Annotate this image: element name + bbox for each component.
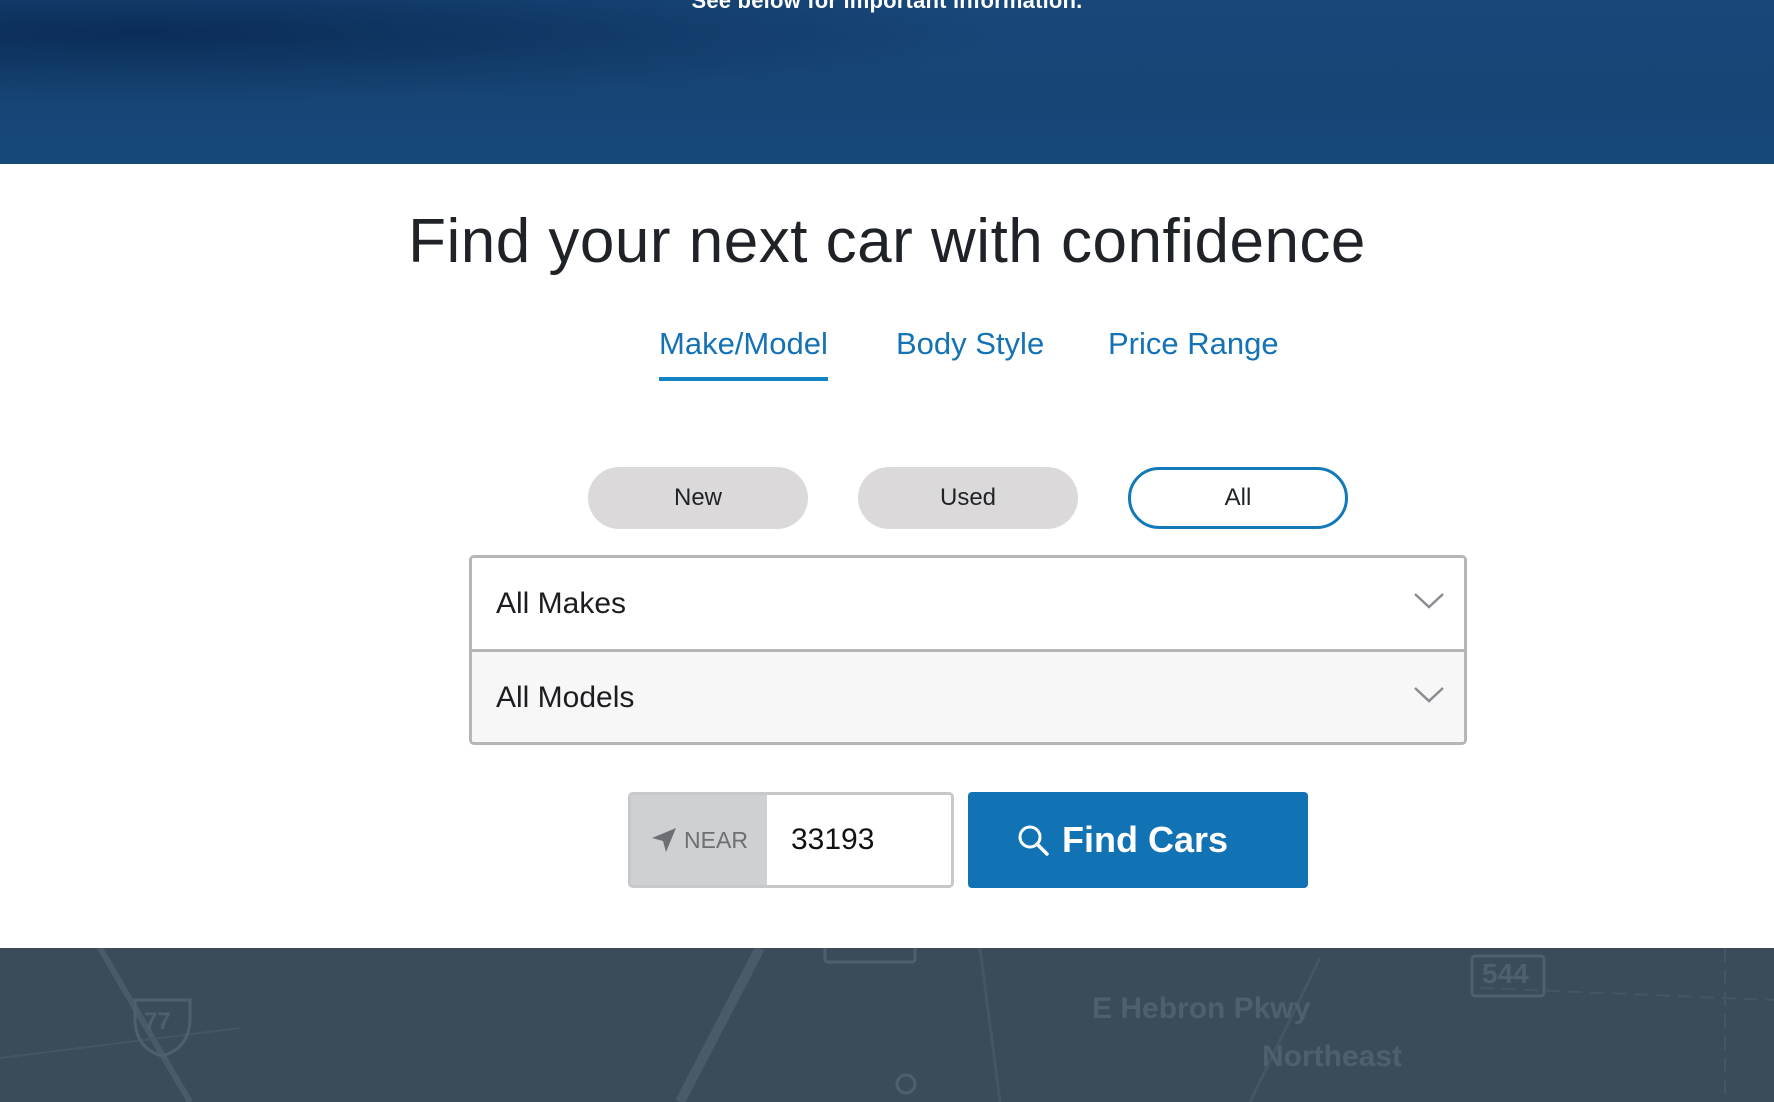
makes-select-value: All Makes: [496, 586, 627, 620]
makes-select[interactable]: All Makes: [472, 558, 1464, 652]
map-area-label: Northeast: [1262, 1040, 1403, 1073]
map-route-label: 77: [144, 1008, 171, 1035]
make-model-selector: All Makes All Models: [469, 555, 1467, 745]
tab-price-range[interactable]: Price Range: [1108, 326, 1279, 362]
map-background: 544 77 E Hebron Pkwy Northeast: [0, 948, 1774, 1102]
near-label-box: NEAR: [631, 795, 767, 885]
map-street-label: E Hebron Pkwy: [1092, 992, 1311, 1025]
search-tabs: Make/Model Body Style Price Range: [0, 326, 1774, 386]
zip-code-input[interactable]: [767, 795, 951, 885]
filter-new-button[interactable]: New: [588, 467, 808, 529]
search-icon: [1018, 825, 1049, 856]
chevron-down-icon: [1414, 593, 1444, 609]
filter-used-button[interactable]: Used: [858, 467, 1078, 529]
hero-banner: See below for important information.: [0, 0, 1774, 164]
tab-make-model[interactable]: Make/Model: [659, 326, 828, 381]
find-cars-button[interactable]: Find Cars: [968, 792, 1308, 888]
location-arrow-icon: [652, 828, 677, 852]
map-route-label: 544: [1482, 958, 1529, 989]
filter-all-button[interactable]: All: [1128, 467, 1348, 529]
page-title: Find your next car with confidence: [408, 207, 1366, 276]
chevron-down-icon: [1414, 687, 1444, 703]
hero-notice: See below for important information.: [691, 0, 1083, 13]
location-field: NEAR: [628, 792, 954, 888]
near-label: NEAR: [684, 826, 748, 853]
find-cars-label: Find Cars: [1062, 819, 1229, 860]
models-select[interactable]: All Models: [472, 652, 1464, 742]
tab-body-style[interactable]: Body Style: [896, 326, 1044, 362]
models-select-value: All Models: [496, 681, 635, 714]
